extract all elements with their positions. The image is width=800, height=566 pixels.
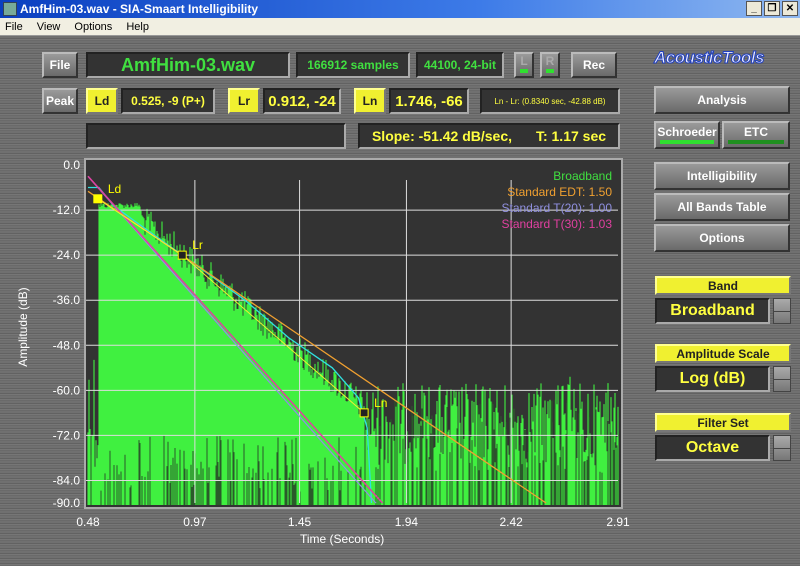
y-tick-label: -60.0	[53, 383, 81, 397]
legend-entry: Standard T(30): 1.03	[501, 217, 612, 231]
marker-lr	[177, 250, 187, 260]
legend-entry: Broadband	[553, 169, 612, 183]
y-tick-label: 0.0	[63, 158, 80, 172]
legend-entry: Standard T(20): 1.00	[501, 201, 612, 215]
marker-ld	[93, 194, 103, 204]
y-tick-label: -48.0	[53, 338, 81, 352]
y-tick-label: -36.0	[53, 293, 81, 307]
legend-entry: Standard EDT: 1.50	[507, 185, 612, 199]
y-tick-label: -72.0	[53, 428, 81, 442]
marker-ln	[359, 408, 369, 418]
y-tick-label: -84.0	[53, 473, 81, 487]
x-tick-label: 0.97	[183, 515, 207, 529]
y-tick-label: -24.0	[53, 248, 81, 262]
x-tick-label: 2.42	[499, 515, 523, 529]
y-tick-label: -12.0	[53, 203, 81, 217]
x-tick-label: 1.45	[288, 515, 312, 529]
x-tick-label: 2.91	[606, 515, 630, 529]
decay-chart: Ld Lr Ln Broadband Standard EDT: 1.50 Standar…	[53, 158, 630, 529]
y-tick-label: -90.0	[53, 496, 81, 510]
y-axis-label: Amplitude (dB)	[16, 287, 30, 367]
x-axis-label: Time (Seconds)	[300, 532, 385, 546]
marker-label: Lr	[192, 238, 203, 252]
marker-label: Ln	[374, 396, 387, 410]
x-tick-label: 1.94	[395, 515, 419, 529]
marker-label: Ld	[108, 182, 121, 196]
x-tick-label: 0.48	[76, 515, 100, 529]
